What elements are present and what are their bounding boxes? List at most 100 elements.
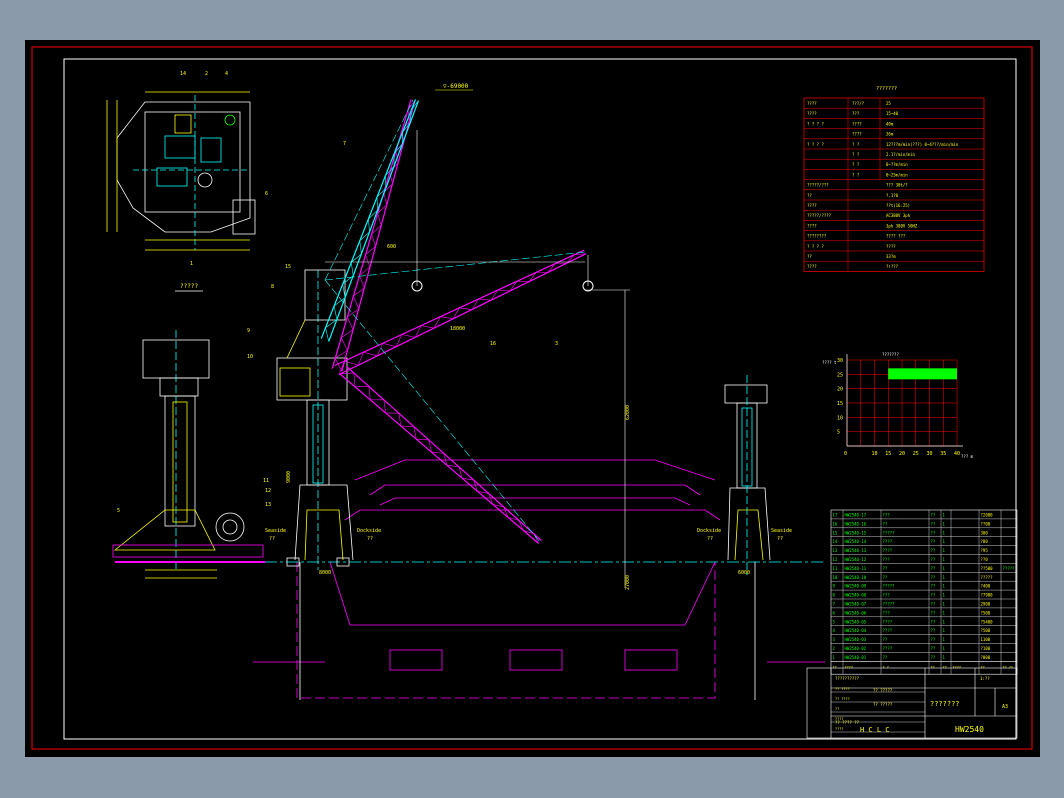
callout-3: 3 xyxy=(555,341,558,347)
parts-cell: HW2540-03 xyxy=(845,637,867,642)
parts-cell: 17 xyxy=(833,513,838,518)
parts-cell: ?? xyxy=(931,646,936,651)
parts-cell: HW2540-16 xyxy=(845,521,867,526)
crane-tower xyxy=(276,269,354,570)
parts-cell: 1 xyxy=(943,584,946,589)
parts-cell: 1 xyxy=(943,539,946,544)
spec-cell: ? ? xyxy=(852,172,860,177)
spec-cell: ?? xyxy=(807,254,812,259)
tb-company: H C L C xyxy=(860,726,890,734)
spec-cell: ???? xyxy=(807,203,817,208)
svg-text:??: ?? xyxy=(367,536,373,542)
parts-cell: 2900 xyxy=(981,602,991,607)
dim-1800: 18000 xyxy=(450,326,465,332)
dim-9000: 9000 xyxy=(286,471,292,483)
parts-cell: 1 xyxy=(943,521,946,526)
parts-cell: ??? xyxy=(883,513,891,518)
chart-x-tick: 10 xyxy=(872,451,878,457)
spec-cell: AC380V 3ph xyxy=(886,213,911,218)
right-leg xyxy=(724,375,771,575)
tb-label-1: ?? ????? xyxy=(873,688,893,693)
tb-scale: 1:?? xyxy=(980,676,990,681)
spec-cell: 0~??m/min xyxy=(886,162,908,167)
parts-cell: HW2540-09 xyxy=(845,584,867,589)
parts-cell: ???? xyxy=(883,548,893,553)
parts-cell: ?? xyxy=(931,521,936,526)
chart-y-tick: 20 xyxy=(837,387,843,393)
parts-cell: 2 xyxy=(833,646,836,651)
inner-frame xyxy=(63,58,1017,740)
plan-caption: ????? xyxy=(180,283,198,290)
chart-ylabel: ???? t xyxy=(822,360,837,365)
plan-machine-room xyxy=(144,111,241,213)
tb-row: ?? xyxy=(835,707,839,711)
callout-5: 5 xyxy=(117,508,120,514)
spec-cell: ?ا??? xyxy=(886,264,899,269)
dim-vertical: 62000 xyxy=(625,405,631,420)
parts-header-cell: ???? xyxy=(845,665,853,669)
parts-cell: ?500 xyxy=(981,610,991,615)
spec-cell: ???? xyxy=(807,101,817,106)
parts-cell: HW2540-04 xyxy=(845,628,867,633)
svg-text:??: ?? xyxy=(777,536,783,542)
spec-cell: ? ? ? ? xyxy=(807,121,824,126)
parts-header-cell: ? ? xyxy=(883,665,889,669)
spec-cell: ? ? xyxy=(852,152,860,157)
callout-2: 2 xyxy=(205,71,208,77)
spec-cell: ??? xyxy=(852,111,860,116)
chart-x-tick: 30 xyxy=(927,451,933,457)
parts-cell: ?? xyxy=(931,566,936,571)
spec-cell: ?? xyxy=(807,193,812,198)
parts-cell: 1100 xyxy=(981,637,991,642)
boom-alt-raised xyxy=(320,99,420,342)
parts-cell: ?? xyxy=(883,575,888,580)
dockside-left: Dockside xyxy=(357,528,381,534)
parts-cell: 1 xyxy=(943,513,946,518)
parts-cell: 1 xyxy=(943,610,946,615)
parts-cell: ?? xyxy=(883,637,888,642)
parts-cell: ?80 xyxy=(981,539,989,544)
parts-cell: 1 xyxy=(943,628,946,633)
callout-10: 10 xyxy=(247,354,253,360)
spec-cell: ? ? xyxy=(852,142,860,147)
parts-cell: ?? xyxy=(931,628,936,633)
load-chart: ??????? ???? t ??? m 0 10 15 20 25 30 35 40 5 10 15 20… xyxy=(822,352,974,459)
callout-13: 13 xyxy=(265,502,271,508)
spec-cell: ???? xyxy=(807,111,817,116)
parts-cell: 16 xyxy=(833,521,838,526)
callout-15: 15 xyxy=(285,264,291,270)
parts-table: 17 HW2540-17????? 1 ?200016 HW2540-16???? 1??… xyxy=(830,509,1018,675)
chart-y-tick: 10 xyxy=(837,415,843,421)
spec-cell: 3ph 380V 50HZ xyxy=(886,223,918,228)
spec-cell: 25 xyxy=(886,101,891,106)
parts-cell: HW2540-08 xyxy=(845,593,867,598)
spec-cell: ? ? ? ? xyxy=(807,142,824,147)
parts-cell: 11 xyxy=(833,566,838,571)
parts-cell: HW2540-01 xyxy=(845,655,867,660)
boom-mid xyxy=(334,249,587,376)
chart-y-tick: 5 xyxy=(837,430,840,436)
parts-cell: HW2540-06 xyxy=(845,610,867,615)
parts-cell: 1 xyxy=(943,530,946,535)
callout-14: 14 xyxy=(180,71,186,77)
parts-cell: 1 xyxy=(943,557,946,562)
parts-cell: ???? xyxy=(883,619,893,624)
tb-label-2: ?? ????? xyxy=(873,702,893,707)
dim-600: 600 xyxy=(387,244,396,250)
parts-cell: HW2540-13 xyxy=(845,548,867,553)
tie-2 xyxy=(324,251,586,281)
boom-lowered xyxy=(339,365,542,544)
parts-cell: 12 xyxy=(833,557,838,562)
callout-9: 9 xyxy=(247,328,250,334)
parts-cell: ??? xyxy=(883,593,891,598)
parts-cell: 8 xyxy=(833,593,836,598)
parts-header-cell: ?? xyxy=(833,665,837,669)
parts-cell: 10 xyxy=(833,575,838,580)
parts-cell: HW2540-17 xyxy=(845,513,867,518)
spec-cell: ?,1?0 xyxy=(886,193,899,198)
parts-cell: 1 xyxy=(943,593,946,598)
parts-cell: ?? xyxy=(931,548,936,553)
svg-text:??: ?? xyxy=(269,536,275,542)
parts-cell: ?400 xyxy=(981,584,991,589)
chart-x-tick: 35 xyxy=(940,451,946,457)
